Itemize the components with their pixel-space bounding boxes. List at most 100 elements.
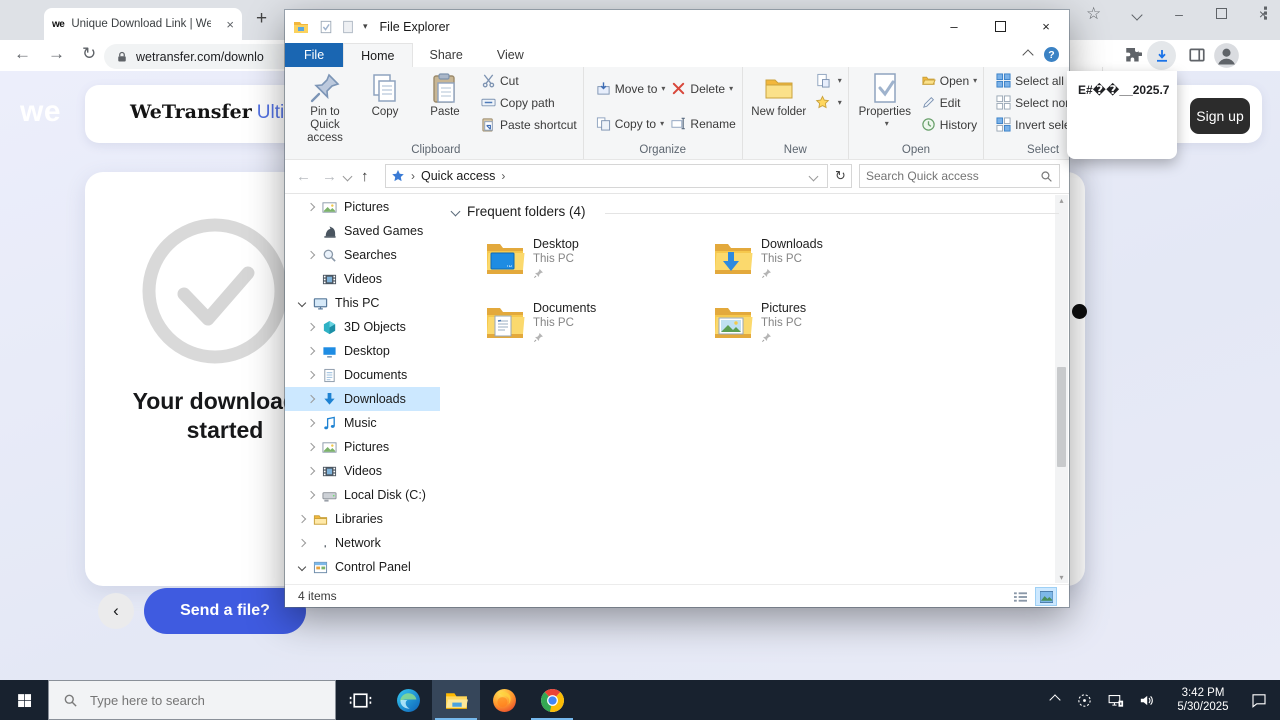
tray-update-icon[interactable] <box>1076 692 1093 709</box>
folder-tile-documents[interactable]: Documents This PC <box>485 300 713 364</box>
collapsed-chevron-icon[interactable] <box>306 490 316 500</box>
expanded-chevron-icon[interactable] <box>297 298 307 308</box>
sidebar-item-control-panel[interactable]: Control Panel <box>285 555 440 579</box>
browser-back-icon[interactable]: ← <box>14 44 31 64</box>
paste-shortcut-button[interactable]: Paste shortcut <box>481 114 577 135</box>
new-tab-button[interactable]: + <box>256 8 267 30</box>
bookmark-star-icon[interactable]: ☆ <box>1086 4 1101 24</box>
copy-button[interactable]: Copy <box>356 70 414 119</box>
new-item-button[interactable]: ▾ <box>815 70 842 91</box>
start-button[interactable] <box>0 680 48 720</box>
rename-button[interactable]: Rename <box>671 113 736 134</box>
action-center-icon[interactable] <box>1250 691 1268 709</box>
signup-button[interactable]: Sign up <box>1190 98 1250 134</box>
firefox-button[interactable] <box>480 680 528 720</box>
browser-menu-dots-icon[interactable]: ⋮ <box>1257 4 1274 24</box>
sidebar-item-pictures[interactable]: Pictures <box>285 195 440 219</box>
collapsed-chevron-icon[interactable] <box>297 538 307 548</box>
breadcrumb-location[interactable]: Quick access <box>421 169 495 183</box>
frequent-folders-header[interactable]: Frequent folders (4) <box>450 204 586 219</box>
refresh-icon[interactable]: ↻ <box>830 164 852 188</box>
breadcrumb[interactable]: › Quick access › <box>385 164 828 188</box>
pin-to-quick-access-button[interactable]: Pin to Quick access <box>296 70 354 145</box>
sidebar-item-music[interactable]: Music <box>285 411 440 435</box>
collapsed-chevron-icon[interactable] <box>306 442 316 452</box>
explorer-titlebar[interactable]: ▾ File Explorer – × <box>285 10 1069 43</box>
collapsed-chevron-icon[interactable] <box>306 202 316 212</box>
sidebar-item-3d-objects[interactable]: 3D Objects <box>285 315 440 339</box>
sidebar-item-downloads[interactable]: Downloads <box>285 387 440 411</box>
recent-locations-caret-icon[interactable] <box>342 171 353 182</box>
ribbon-tab-view[interactable]: View <box>480 43 541 67</box>
paste-button[interactable]: Paste <box>416 70 474 119</box>
thumbnail-view-icon[interactable] <box>1035 587 1057 606</box>
history-button[interactable]: History <box>921 114 977 135</box>
collapsed-chevron-icon[interactable] <box>306 466 316 476</box>
volume-icon[interactable] <box>1138 692 1155 709</box>
copy-path-button[interactable]: Copy path <box>481 92 577 113</box>
back-circle-button[interactable]: ‹ <box>98 593 134 629</box>
sidebar-item-searches[interactable]: Searches <box>285 243 440 267</box>
explorer-search-input[interactable] <box>860 169 1040 183</box>
collapsed-chevron-icon[interactable] <box>297 514 307 524</box>
browser-download-popup[interactable]: E#��__2025.7 <box>1067 71 1177 159</box>
delete-button[interactable]: Delete ▾ <box>671 78 735 99</box>
up-directory-icon[interactable]: ↑ <box>361 168 369 185</box>
cut-button[interactable]: Cut <box>481 70 577 91</box>
collapsed-chevron-icon[interactable] <box>306 322 316 332</box>
address-dropdown-caret-icon[interactable] <box>808 171 819 181</box>
help-icon[interactable]: ? <box>1044 47 1059 62</box>
explorer-forward-icon[interactable]: → <box>322 168 337 185</box>
sidebar-item-desktop[interactable]: Desktop <box>285 339 440 363</box>
minimize-ribbon-icon[interactable] <box>1022 48 1034 61</box>
explorer-minimize-button[interactable]: – <box>931 10 977 43</box>
browser-restore-button[interactable] <box>1212 6 1230 22</box>
sidebar-item-network[interactable]: Network <box>285 531 440 555</box>
edit-button[interactable]: Edit <box>921 92 977 113</box>
sidebar-item-local-disk-c-[interactable]: Local Disk (C:) <box>285 483 440 507</box>
taskbar-search[interactable] <box>48 680 336 720</box>
folder-tile-desktop[interactable]: Desktop This PC <box>485 236 713 300</box>
edge-button[interactable] <box>384 680 432 720</box>
browser-minimize-button[interactable]: – <box>1170 6 1188 22</box>
qat-newfolder-icon[interactable] <box>341 20 355 34</box>
explorer-maximize-button[interactable] <box>977 10 1023 43</box>
folder-tile-pictures[interactable]: Pictures This PC <box>713 300 941 364</box>
properties-button[interactable]: Properties ▾ <box>856 70 914 128</box>
browser-forward-icon[interactable]: → <box>48 44 65 64</box>
sidebar-item-this-pc[interactable]: This PC <box>285 291 440 315</box>
sidebar-item-libraries[interactable]: Libraries <box>285 507 440 531</box>
ribbon-tab-share[interactable]: Share <box>413 43 480 67</box>
sidebar-item-documents[interactable]: Documents <box>285 363 440 387</box>
expanded-chevron-icon[interactable] <box>297 562 307 572</box>
qat-properties-icon[interactable] <box>319 20 333 34</box>
extensions-icon[interactable] <box>1124 46 1142 64</box>
chrome-button[interactable] <box>528 680 576 720</box>
collapsed-chevron-icon[interactable] <box>306 418 316 428</box>
collapsed-chevron-icon[interactable] <box>306 346 316 356</box>
task-view-button[interactable] <box>336 680 384 720</box>
explorer-close-button[interactable]: × <box>1023 10 1069 43</box>
tab-close-icon[interactable]: × <box>226 17 234 32</box>
tray-expand-icon[interactable] <box>1049 694 1061 706</box>
sidebar-item-videos[interactable]: Videos <box>285 459 440 483</box>
folder-tile-downloads[interactable]: Downloads This PC <box>713 236 941 300</box>
easy-access-button[interactable]: ▾ <box>815 92 842 113</box>
move-to-button[interactable]: Move to ▾ <box>596 78 665 99</box>
ribbon-tab-home[interactable]: Home <box>343 43 413 67</box>
new-folder-button[interactable]: New folder <box>750 70 808 119</box>
taskbar-clock[interactable]: 3:42 PM 5/30/2025 <box>1172 686 1234 714</box>
tab-search-chevron-icon[interactable] <box>1128 6 1146 22</box>
browser-reload-icon[interactable]: ↻ <box>82 44 96 64</box>
copy-to-button[interactable]: Copy to ▾ <box>596 113 666 134</box>
explorer-search[interactable] <box>859 164 1060 188</box>
sidebar-item-pictures[interactable]: Pictures <box>285 435 440 459</box>
sidebar-item-saved-games[interactable]: Saved Games <box>285 219 440 243</box>
network-icon[interactable] <box>1107 692 1124 709</box>
taskbar-search-input[interactable] <box>88 691 335 709</box>
collapsed-chevron-icon[interactable] <box>306 370 316 380</box>
downloads-toolbar-icon[interactable] <box>1147 41 1176 70</box>
side-panel-icon[interactable] <box>1188 46 1206 64</box>
sidebar-item-videos[interactable]: Videos <box>285 267 440 291</box>
downloaded-file-name[interactable]: E#��__2025.7 <box>1078 83 1169 97</box>
